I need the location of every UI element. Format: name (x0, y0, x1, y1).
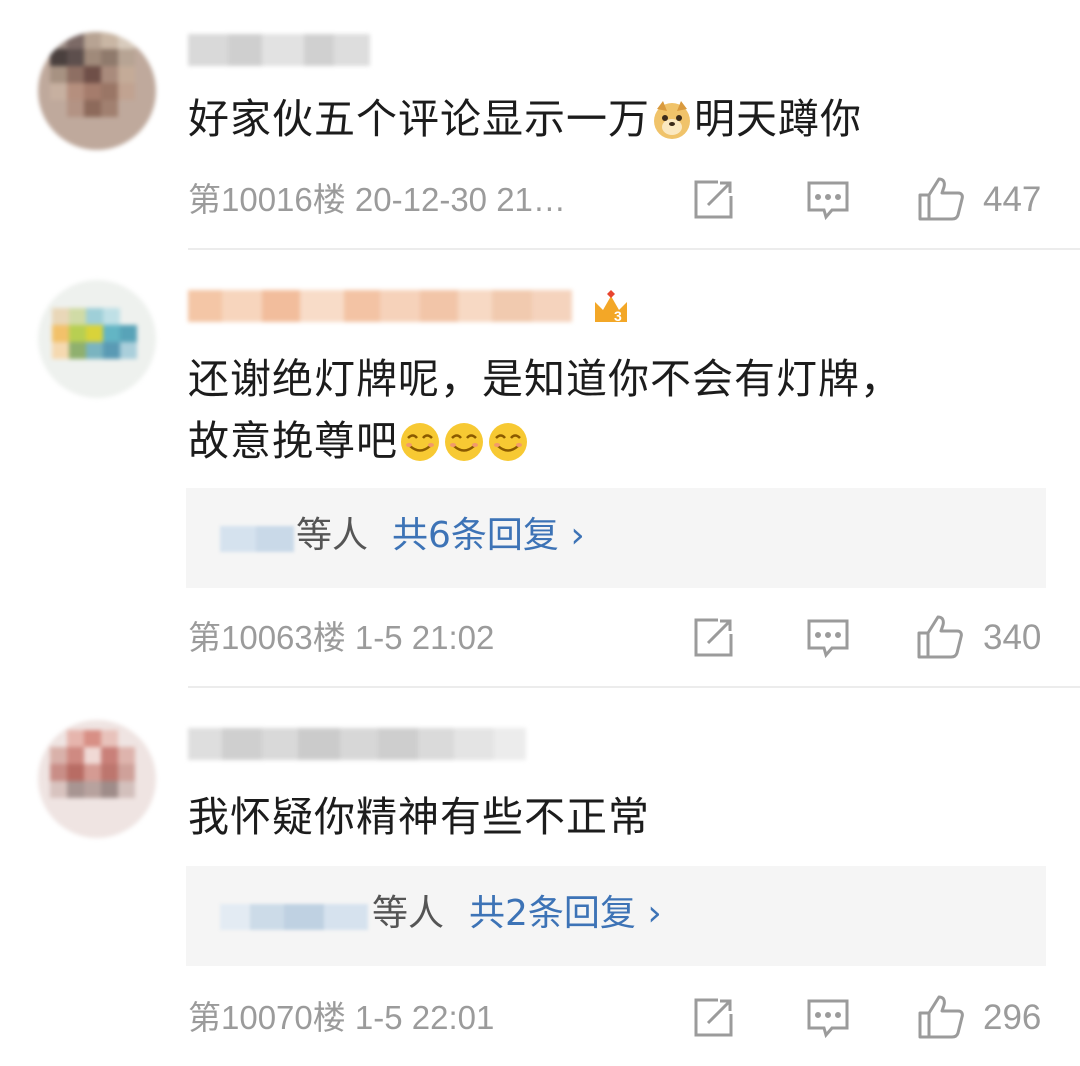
smile-emoji (443, 418, 485, 480)
reply-preview[interactable]: 等人 共6条回复 › (186, 488, 1046, 588)
avatar[interactable] (38, 720, 156, 838)
comment-text: 我怀疑你精神有些不正常 (188, 793, 650, 841)
avatar[interactable] (38, 32, 156, 150)
username[interactable] (188, 290, 572, 322)
vip-crown-icon: 3 (591, 288, 631, 328)
comment-icon[interactable] (805, 995, 851, 1041)
smile-emoji (399, 418, 441, 480)
divider (188, 248, 1080, 250)
like-count: 447 (983, 180, 1042, 219)
floor-time: 第10070楼 1-5 22:01 (188, 999, 495, 1036)
reply-preview[interactable]: 等人 共2条回复 › (186, 866, 1046, 966)
svg-text:3: 3 (614, 308, 622, 324)
repost-icon[interactable] (690, 177, 736, 223)
repost-icon[interactable] (690, 995, 736, 1041)
comment-icon[interactable] (805, 615, 851, 661)
comment-icon[interactable] (805, 177, 851, 223)
like-count: 296 (983, 998, 1042, 1037)
comment-text: 还谢绝灯牌呢，是知道你不会有灯牌， 故意挽尊吧 (188, 348, 902, 480)
username[interactable] (188, 34, 370, 66)
thumbs-up-icon[interactable] (917, 175, 964, 221)
comment-text: 好家伙五个评论显示一万 明天蹲你 (188, 88, 862, 158)
like-count: 340 (983, 618, 1042, 657)
reply-count-link[interactable]: 共6条回复 › (392, 508, 585, 564)
divider (188, 686, 1080, 688)
reply-usernames (220, 526, 294, 552)
reply-suffix: 等人 (372, 893, 445, 934)
floor-time: 第10063楼 1-5 21:02 (188, 619, 495, 656)
avatar[interactable] (38, 280, 156, 398)
floor-time: 第10016楼 20-12-30 21… (188, 181, 566, 218)
doge-emoji (651, 96, 693, 158)
reply-suffix: 等人 (296, 515, 369, 556)
username[interactable] (188, 728, 526, 760)
thumbs-up-icon[interactable] (917, 993, 964, 1039)
smile-emoji (487, 418, 529, 480)
reply-usernames (220, 904, 368, 930)
repost-icon[interactable] (690, 615, 736, 661)
reply-count-link[interactable]: 共2条回复 › (469, 886, 662, 942)
thumbs-up-icon[interactable] (916, 613, 963, 659)
